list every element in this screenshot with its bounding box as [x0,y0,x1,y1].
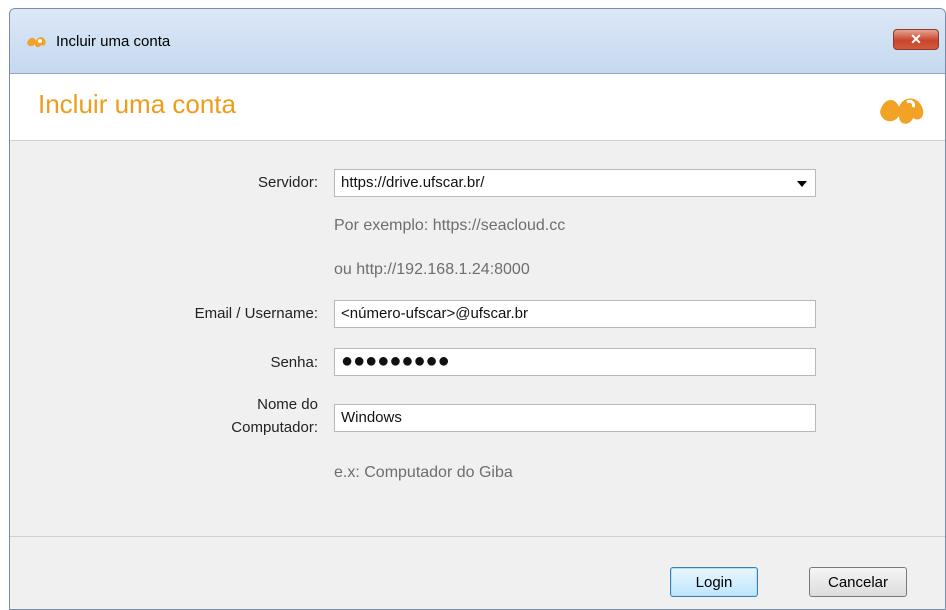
computer-name-label-line1: Nome do [257,396,318,413]
window-title: Incluir uma conta [56,33,171,50]
email-value: <número-ufscar>@ufscar.br [341,305,528,322]
seafile-logo-icon [27,37,46,48]
dialog-header: Incluir uma conta [10,74,945,141]
seafile-logo-icon [880,98,924,124]
page-title: Incluir uma conta [38,89,236,119]
server-label: Servidor: [257,174,318,191]
cancel-button[interactable]: Cancelar [809,567,907,597]
cancel-button-label: Cancelar [827,573,889,591]
email-label: Email / Username: [194,305,318,322]
footer-divider [10,536,945,537]
password-value: ●●●●●●●●● [341,350,450,372]
server-hint-alt: ou http://192.168.1.24:8000 [334,261,530,278]
computer-name-hint: e.x: Computador do Giba [334,464,513,481]
server-hint-example: Por exemplo: https://seacloud.cc [334,217,566,234]
title-bar[interactable]: Incluir uma conta ✕ [10,9,945,75]
password-field[interactable]: ●●●●●●●●● [334,348,816,376]
login-button[interactable]: Login [670,567,758,597]
password-label: Senha: [270,354,318,371]
server-value: https://drive.ufscar.br/ [341,174,485,191]
computer-name-value: Windows [341,409,402,426]
chevron-down-icon[interactable] [797,181,807,187]
computer-name-label-line2: Computador: [231,419,318,436]
close-icon: ✕ [910,31,922,47]
email-field[interactable]: <número-ufscar>@ufscar.br [334,300,816,328]
dialog-window: Incluir uma conta ✕ Incluir uma conta Se… [9,8,946,610]
server-select[interactable]: https://drive.ufscar.br/ [334,169,816,197]
close-button[interactable]: ✕ [893,29,939,50]
computer-name-field[interactable]: Windows [334,404,816,432]
login-button-label: Login [695,573,733,591]
dialog-body: Incluir uma conta Servidor: https://driv… [10,73,945,609]
